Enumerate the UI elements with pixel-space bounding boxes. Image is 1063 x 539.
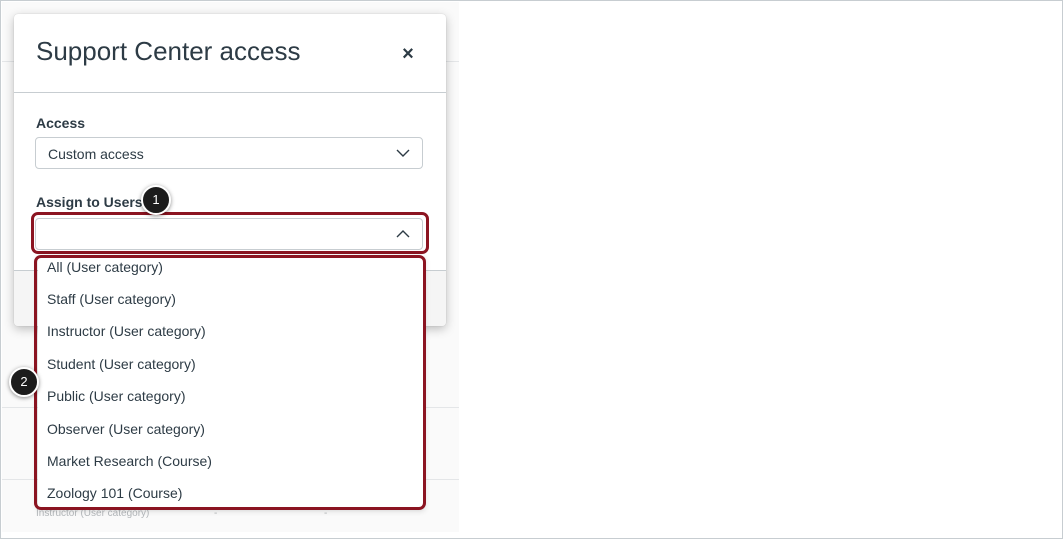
access-label: Access — [36, 115, 86, 131]
close-icon: × — [402, 43, 414, 65]
modal-title: Support Center access — [36, 36, 301, 66]
close-button[interactable]: × — [394, 40, 422, 68]
callout-badge-2: 2 — [9, 367, 39, 397]
assign-field-highlight — [31, 212, 429, 254]
callout-badge-1: 1 — [141, 185, 171, 215]
header-divider — [14, 92, 446, 93]
chevron-down-icon — [396, 149, 410, 157]
access-select[interactable]: Custom access — [35, 137, 423, 169]
access-select-value: Custom access — [48, 146, 144, 162]
dropdown-highlight — [34, 255, 426, 510]
assign-to-users-label: Assign to Users — [36, 194, 143, 210]
